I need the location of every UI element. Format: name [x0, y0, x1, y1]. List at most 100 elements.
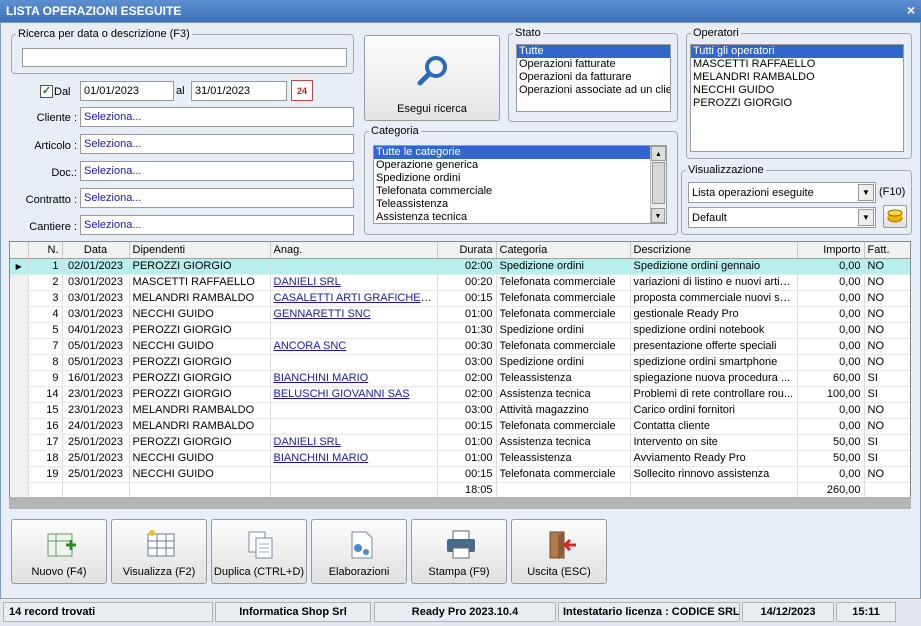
row-indicator[interactable]	[10, 306, 29, 323]
col-header[interactable]: Dipendenti	[129, 242, 271, 259]
date-from-input[interactable]: 01/01/2023	[80, 81, 174, 101]
cell[interactable]: Carico ordini fornitori	[630, 402, 798, 419]
anagrafica-link[interactable]: DANIELI SRL	[274, 436, 341, 448]
cell[interactable]: 0,00	[797, 354, 865, 371]
cell[interactable]: 01:00	[437, 434, 497, 451]
col-header[interactable]: Anag.	[270, 242, 438, 259]
cell[interactable]: PEROZZI GIORGIO	[129, 370, 271, 387]
table-row[interactable]: 18 25/01/2023 NECCHI GUIDO BIANCHINI MARIO 0…	[10, 450, 910, 467]
cell[interactable]: 04/01/2023	[62, 322, 130, 339]
cell-anagrafica[interactable]: ANCORA SNC	[270, 338, 438, 355]
cell[interactable]: 100,00	[797, 386, 865, 403]
cell[interactable]: 0,00	[797, 402, 865, 419]
exit-button[interactable]: Uscita (ESC)	[511, 519, 607, 584]
cell[interactable]: 60,00	[797, 370, 865, 387]
cell[interactable]: 4	[28, 306, 63, 323]
table-row[interactable]: 2 03/01/2023 MASCETTI RAFFAELLO DANIELI SRL…	[10, 274, 910, 291]
cell[interactable]: Assistenza tecnica	[496, 434, 631, 451]
cell[interactable]: 50,00	[797, 434, 865, 451]
table-row[interactable]: 7 05/01/2023 NECCHI GUIDO ANCORA SNC 00:30 Te…	[10, 338, 910, 355]
cell[interactable]: 03/01/2023	[62, 290, 130, 307]
col-header[interactable]: Data	[62, 242, 130, 259]
categoria-item[interactable]: Tutte le categorie	[374, 146, 650, 159]
row-indicator[interactable]	[10, 290, 29, 307]
cell[interactable]: NECCHI GUIDO	[129, 466, 271, 483]
cell-anagrafica[interactable]: DANIELI SRL	[270, 434, 438, 451]
cell[interactable]: PEROZZI GIORGIO	[129, 354, 271, 371]
cell[interactable]: Attività magazzino	[496, 402, 631, 419]
row-indicator[interactable]	[10, 418, 29, 435]
categoria-scrollbar[interactable]: ▲ ▼	[650, 146, 666, 223]
cell[interactable]: MASCETTI RAFFAELLO	[129, 274, 271, 291]
cell[interactable]: spiegazione nuova procedura ...	[630, 370, 798, 387]
cell[interactable]: 0,00	[797, 306, 865, 323]
cell[interactable]: PEROZZI GIORGIO	[129, 322, 271, 339]
col-header[interactable]: Fatt.	[864, 242, 910, 259]
cell[interactable]: 2	[28, 274, 63, 291]
row-indicator[interactable]	[10, 370, 29, 387]
cell[interactable]: spedizione ordini smartphone	[630, 354, 798, 371]
cell[interactable]: 02/01/2023	[62, 258, 130, 275]
cell[interactable]: SI	[864, 450, 910, 467]
cell[interactable]: 8	[28, 354, 63, 371]
date-filter-checkbox[interactable]: ✓	[40, 85, 53, 98]
stato-item[interactable]: Tutte	[517, 45, 670, 58]
scroll-up-icon[interactable]: ▲	[651, 146, 666, 161]
cell[interactable]: 0,00	[797, 290, 865, 307]
row-indicator[interactable]	[10, 386, 29, 403]
cell[interactable]: Telefonata commerciale	[496, 290, 631, 307]
cell[interactable]: 01:00	[437, 306, 497, 323]
row-indicator[interactable]	[10, 274, 29, 291]
cell-anagrafica[interactable]: DANIELI SRL	[270, 274, 438, 291]
row-indicator[interactable]	[10, 450, 29, 467]
cell[interactable]: 50,00	[797, 450, 865, 467]
cell[interactable]: 05/01/2023	[62, 354, 130, 371]
print-button[interactable]: Stampa (F9)	[411, 519, 507, 584]
cell[interactable]: 24/01/2023	[62, 418, 130, 435]
close-icon[interactable]: ×	[907, 2, 915, 18]
cell[interactable]: NO	[864, 290, 910, 307]
cell[interactable]: Spedizione ordini	[496, 322, 631, 339]
cell[interactable]: NO	[864, 274, 910, 291]
categoria-item[interactable]: Spedizione ordini	[374, 172, 666, 185]
cell[interactable]: 1	[28, 258, 63, 275]
cell[interactable]: NECCHI GUIDO	[129, 450, 271, 467]
cell[interactable]: 17	[28, 434, 63, 451]
cell-anagrafica[interactable]: BELUSCHI GIOVANNI SAS	[270, 386, 438, 403]
cell[interactable]: 03/01/2023	[62, 306, 130, 323]
row-indicator[interactable]	[10, 322, 29, 339]
cell-anagrafica[interactable]: BIANCHINI MARIO	[270, 450, 438, 467]
cell[interactable]: 02:00	[437, 258, 497, 275]
cell[interactable]: 01:00	[437, 450, 497, 467]
chevron-down-icon[interactable]: ▼	[858, 184, 874, 201]
cell[interactable]: Contatta cliente	[630, 418, 798, 435]
cell[interactable]: NO	[864, 258, 910, 275]
categoria-item[interactable]: Assistenza tecnica	[374, 211, 666, 223]
stato-item[interactable]: Operazioni associate ad un clien	[517, 84, 670, 97]
table-row[interactable]: 5 04/01/2023 PEROZZI GIORGIO 01:30 Spedizion…	[10, 322, 910, 339]
table-row[interactable]: 4 03/01/2023 NECCHI GUIDO GENNARETTI SNC 01:…	[10, 306, 910, 323]
cell[interactable]: Problemi di rete controllare rou...	[630, 386, 798, 403]
cell[interactable]: 16	[28, 418, 63, 435]
search-input[interactable]	[22, 48, 347, 67]
anagrafica-link[interactable]: GENNARETTI SNC	[274, 308, 371, 320]
cell[interactable]: Teleassistenza	[496, 450, 631, 467]
cell[interactable]: 02:00	[437, 386, 497, 403]
row-indicator[interactable]	[10, 466, 29, 483]
cell-anagrafica[interactable]	[270, 354, 438, 371]
table-row[interactable]: 15 23/01/2023 MELANDRI RAMBALDO 03:00 Attivi…	[10, 402, 910, 419]
execute-search-button[interactable]: Esegui ricerca	[364, 35, 500, 121]
view-button[interactable]: Visualizza (F2)	[111, 519, 207, 584]
cell[interactable]: 00:15	[437, 466, 497, 483]
cell[interactable]: 23/01/2023	[62, 386, 130, 403]
row-indicator[interactable]	[10, 402, 29, 419]
cell[interactable]: NO	[864, 418, 910, 435]
anagrafica-link[interactable]: BELUSCHI GIOVANNI SAS	[274, 388, 410, 400]
cell[interactable]: 00:20	[437, 274, 497, 291]
anagrafica-link[interactable]: BIANCHINI MARIO	[274, 452, 369, 464]
layout-settings-button[interactable]	[883, 205, 907, 228]
col-header[interactable]: Categoria	[496, 242, 631, 259]
cell-anagrafica[interactable]: CASALETTI ARTI GRAFICHE SRL	[270, 290, 438, 307]
process-button[interactable]: Elaborazioni	[311, 519, 407, 584]
layout-select[interactable]: Default ▼	[688, 207, 876, 228]
